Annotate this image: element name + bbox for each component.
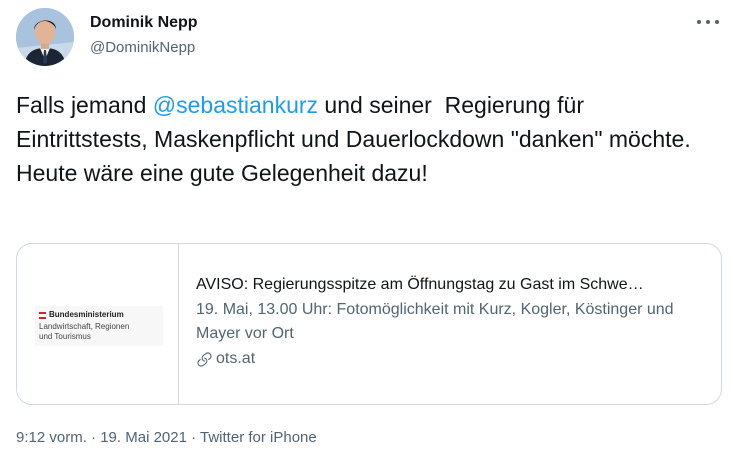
tweet-metadata: 9:12 vorm. · 19. Mai 2021 · Twitter for …	[16, 428, 317, 448]
more-options-button[interactable]	[697, 13, 719, 31]
tweet-text-start: Falls jemand	[16, 92, 153, 118]
ministry-logo: Bundesministerium Landwirtschaft, Region…	[35, 306, 163, 346]
card-domain: ots.at	[196, 348, 711, 370]
author-info: Dominik Nepp @DominikNepp	[90, 12, 198, 59]
tweet-source[interactable]: Twitter for iPhone	[200, 429, 317, 446]
link-icon	[197, 351, 212, 367]
card-domain-text: ots.at	[216, 350, 256, 367]
tweet-text: Falls jemand @sebastiankurz und seiner R…	[16, 88, 716, 190]
logo-text-line1: Bundesministerium	[49, 310, 124, 319]
logo-text-line2: Landwirtschaft, Regionen	[39, 322, 130, 331]
link-preview-card[interactable]: Bundesministerium Landwirtschaft, Region…	[16, 243, 722, 405]
logo-text-line3: und Tourismus	[39, 332, 91, 341]
mention-link[interactable]: @sebastiankurz	[153, 92, 318, 118]
tweet-date[interactable]: 19. Mai 2021	[100, 429, 187, 446]
avatar-photo	[16, 8, 74, 66]
author-handle[interactable]: @DominikNepp	[90, 37, 198, 59]
more-dot-icon	[715, 20, 719, 24]
tweet-time[interactable]: 9:12 vorm.	[16, 429, 87, 446]
meta-separator: ·	[186, 429, 201, 446]
austria-flag-icon	[39, 312, 46, 319]
card-title: AVISO: Regierungsspitze am Öffnungstag z…	[196, 276, 644, 293]
meta-separator: ·	[86, 429, 101, 446]
author-name[interactable]: Dominik Nepp	[90, 12, 198, 34]
card-thumbnail: Bundesministerium Landwirtschaft, Region…	[17, 244, 179, 404]
card-body: AVISO: Regierungsspitze am Öffnungstag z…	[196, 274, 711, 370]
more-dot-icon	[706, 20, 710, 24]
more-dot-icon	[697, 20, 701, 24]
card-description: 19. Mai, 13.00 Uhr: Fotomöglichkeit mit …	[196, 301, 674, 342]
avatar[interactable]	[16, 8, 74, 66]
